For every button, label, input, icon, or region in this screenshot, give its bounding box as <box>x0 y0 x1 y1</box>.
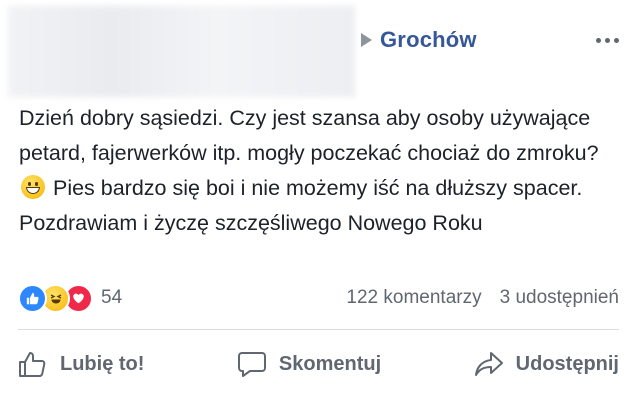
like-button[interactable]: Lubię to! <box>18 350 144 378</box>
comment-button[interactable]: Skomentuj <box>237 350 381 378</box>
reactions-summary[interactable] <box>18 283 93 313</box>
comment-bubble-icon <box>237 352 266 377</box>
post-text-part1: Dzień dobry sąsiedzi. Czy jest szansa ab… <box>19 106 599 165</box>
group-name-link[interactable]: Grochów <box>380 27 477 53</box>
post-stats: 54 122 komentarzy 3 udostępnień <box>18 283 619 313</box>
triangle-right-icon <box>361 33 372 47</box>
like-button-label: Lubię to! <box>60 352 145 375</box>
more-options-icon[interactable] <box>596 30 619 50</box>
shares-count-link[interactable]: 3 udostępnień <box>500 287 619 309</box>
reaction-count[interactable]: 54 <box>101 287 122 309</box>
grinning-face-emoji-icon <box>21 175 45 199</box>
thumbs-up-icon <box>19 352 46 377</box>
divider <box>18 329 619 330</box>
post-text-part2: Pies bardzo się boi i nie możemy iść na … <box>19 176 583 235</box>
post-actions-bar: Lubię to! Skomentuj Udostępnij <box>18 346 619 382</box>
comment-button-label: Skomentuj <box>278 352 382 375</box>
share-button-label: Udostępnij <box>515 352 619 375</box>
post-target-group: Grochów <box>361 26 477 54</box>
like-reaction-icon <box>18 283 47 313</box>
comments-count-link[interactable]: 122 komentarzy <box>346 287 481 309</box>
blurred-author-info <box>8 6 355 97</box>
post-text: Dzień dobry sąsiedzi. Czy jest szansa ab… <box>19 101 619 241</box>
share-arrow-icon <box>474 352 503 376</box>
share-button[interactable]: Udostępnij <box>474 350 619 378</box>
